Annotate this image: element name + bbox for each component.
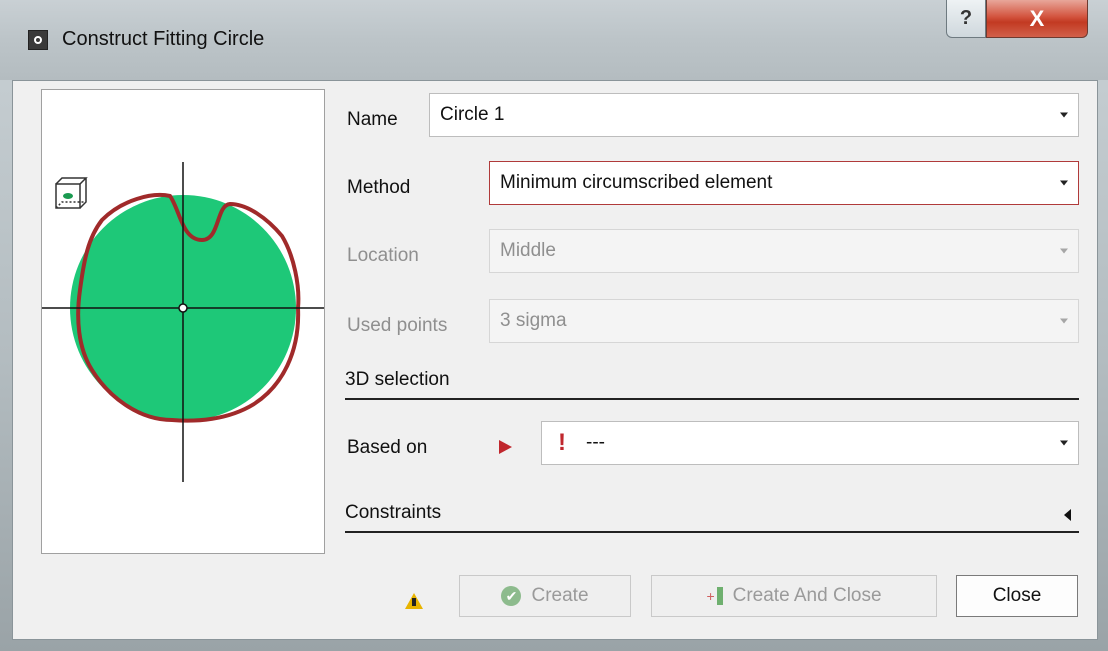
name-combobox[interactable]: Circle 1 <box>429 93 1079 137</box>
section-3d-selection-title: 3D selection <box>345 369 450 390</box>
dialog-window: Construct Fitting Circle ? X Name Circle… <box>0 0 1108 651</box>
dialog-icon <box>28 30 48 50</box>
based-on-value: --- <box>586 432 605 453</box>
name-label: Name <box>347 109 398 130</box>
chevron-down-icon <box>1060 318 1068 324</box>
method-value: Minimum circumscribed element <box>500 172 773 193</box>
name-value: Circle 1 <box>440 104 505 125</box>
close-button-label: Close <box>992 585 1042 606</box>
method-label: Method <box>347 177 411 198</box>
chevron-down-icon[interactable] <box>1060 440 1068 446</box>
close-button[interactable]: Close <box>956 575 1078 617</box>
play-arrow-icon <box>499 440 512 454</box>
circle-fit-illustration <box>42 162 324 482</box>
window-title: Construct Fitting Circle <box>62 28 265 50</box>
location-value: Middle <box>500 240 556 261</box>
warning-icon-mark <box>412 598 416 606</box>
title-bar[interactable]: Construct Fitting Circle ? X <box>0 0 1108 80</box>
used-points-label: Used points <box>347 315 448 336</box>
create-button[interactable]: ✔ Create <box>459 575 631 617</box>
help-button[interactable]: ? <box>946 0 986 38</box>
error-exclamation-icon: ! <box>558 429 566 456</box>
location-label: Location <box>347 245 419 266</box>
window-close-button[interactable]: X <box>986 0 1088 38</box>
section-3d-selection: 3D selection <box>345 366 1079 400</box>
section-constraints[interactable]: Constraints <box>345 499 1079 533</box>
center-point-marker <box>178 303 188 313</box>
collapse-arrow-icon[interactable] <box>1064 509 1071 521</box>
create-and-close-label: Create And Close <box>732 585 882 606</box>
check-circle-icon: ✔ <box>501 586 522 606</box>
chevron-down-icon[interactable] <box>1060 112 1068 118</box>
create-and-close-icon: + <box>706 587 723 605</box>
circle-preview-panel <box>41 89 325 554</box>
used-points-value: 3 sigma <box>500 310 567 331</box>
chevron-down-icon <box>1060 248 1068 254</box>
used-points-combobox: 3 sigma <box>489 299 1079 343</box>
dialog-body: Name Circle 1 Method Minimum circumscrib… <box>12 80 1098 640</box>
chevron-down-icon[interactable] <box>1060 180 1068 186</box>
section-constraints-title: Constraints <box>345 502 442 523</box>
based-on-combobox[interactable]: ! --- <box>541 421 1079 465</box>
location-combobox: Middle <box>489 229 1079 273</box>
based-on-label: Based on <box>347 437 428 458</box>
create-and-close-button[interactable]: + Create And Close <box>651 575 937 617</box>
method-combobox[interactable]: Minimum circumscribed element <box>489 161 1079 205</box>
view-cube-icon <box>55 177 88 209</box>
create-button-label: Create <box>531 585 589 606</box>
